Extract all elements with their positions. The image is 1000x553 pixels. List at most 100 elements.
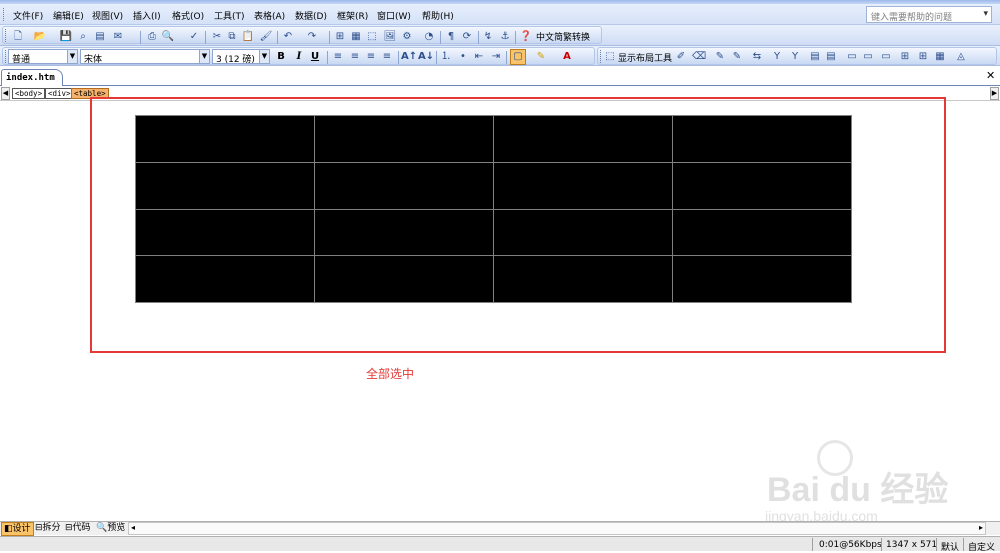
show-all-icon[interactable]: ¶ (444, 30, 458, 44)
format-painter-icon[interactable]: 🖌 (259, 30, 273, 44)
chevron-down-icon[interactable]: ▼ (259, 50, 269, 63)
menu-help[interactable]: 帮助(H) (422, 9, 454, 22)
view-tab-split[interactable]: ⊟拆分 (33, 522, 63, 536)
help-icon[interactable]: ❓ (519, 30, 533, 44)
menu-table[interactable]: 表格(A) (254, 9, 285, 22)
highlight-icon[interactable]: ✎ (534, 50, 548, 64)
chinese-convert-button[interactable]: 中文简繁转换 (536, 30, 590, 43)
layout-icon[interactable]: ↯ (481, 30, 495, 44)
fill-color-icon[interactable]: ◬ (954, 50, 968, 64)
font-size-select[interactable]: 3 (12 磅) ▼ (212, 49, 270, 65)
horizontal-scrollbar[interactable]: ◂ ▸ (128, 522, 986, 535)
chevron-down-icon[interactable]: ▾ (983, 9, 988, 19)
refresh-icon[interactable]: ⟳ (460, 30, 474, 44)
cut-icon[interactable]: ✂ (210, 30, 224, 44)
spelling-icon[interactable]: ✓ (187, 30, 201, 44)
align-left-icon[interactable]: ≡ (331, 50, 345, 64)
email-icon[interactable]: ✉ (111, 30, 125, 44)
cell-format-icon[interactable]: ✎ (713, 50, 727, 64)
menu-file[interactable]: 文件(F) (13, 9, 43, 22)
new-file-icon[interactable]: 🗋 (11, 30, 25, 44)
justify-icon[interactable]: ≡ (380, 50, 394, 64)
menu-frames[interactable]: 框架(R) (337, 9, 368, 22)
view-tab-preview-label: 预览 (107, 523, 126, 533)
help-search-box[interactable]: 键入需要帮助的问题 ▾ (866, 6, 992, 23)
permission-icon[interactable]: ▤ (93, 30, 107, 44)
layout-tools-icon[interactable]: ⬚ (603, 50, 617, 64)
insert-columns-icon[interactable]: ⊞ (916, 50, 930, 64)
chevron-down-icon[interactable]: ▼ (67, 50, 77, 63)
increase-indent-icon[interactable]: ⇥ (489, 50, 503, 64)
menu-edit[interactable]: 编辑(E) (53, 9, 84, 22)
layout-toolbar-panel: ⬚ 显示布局工具 ✐ ⌫ ✎ ✎ ⇆ Y Y ▤ ▤ ▭ ▭ ▭ ⊞ ⊞ ▦ ◬ (597, 47, 997, 65)
align-center-icon[interactable]: ≡ (348, 50, 362, 64)
document-tab[interactable]: index.htm (1, 69, 63, 86)
merge-cells-icon[interactable]: Y (770, 50, 784, 64)
menu-window[interactable]: 窗口(W) (377, 9, 411, 22)
insert-web-component-icon[interactable]: ⚙ (400, 30, 414, 44)
align-middle-icon[interactable]: ▤ (824, 50, 838, 64)
font-color-icon[interactable]: A (560, 50, 574, 64)
print-icon[interactable]: ⎙ (145, 30, 159, 44)
scroll-right-icon[interactable]: ▶ (990, 87, 999, 100)
view-tab-preview[interactable]: 🔍预览 (94, 522, 127, 536)
status-download-time: 0:01@56Kbps (819, 540, 882, 550)
numbered-list-icon[interactable]: ⒈ (439, 50, 453, 64)
redo-icon[interactable]: ↷ (305, 30, 319, 44)
view-tab-design[interactable]: ◧设计 (1, 522, 34, 536)
cell-edit-icon[interactable]: ✎ (730, 50, 744, 64)
eraser-icon[interactable]: ⌫ (692, 50, 706, 64)
menu-grip[interactable] (3, 8, 6, 21)
italic-button[interactable]: I (292, 50, 306, 64)
undo-icon[interactable]: ↶ (281, 30, 295, 44)
style-select[interactable]: 普通 ▼ (8, 49, 78, 65)
font-select[interactable]: 宋体 ▼ (80, 49, 210, 65)
align-right-icon[interactable]: ≡ (364, 50, 378, 64)
scroll-left-icon[interactable]: ◀ (1, 87, 10, 100)
distribute-columns-icon[interactable]: ▭ (879, 50, 893, 64)
toolbar-grip[interactable] (5, 29, 8, 42)
menu-format[interactable]: 格式(O) (172, 9, 204, 22)
align-top-icon[interactable]: ▤ (808, 50, 822, 64)
decrease-indent-icon[interactable]: ⇤ (472, 50, 486, 64)
save-icon[interactable]: 💾 (59, 30, 73, 44)
decrease-font-icon[interactable]: A↓ (418, 50, 434, 64)
insert-picture-icon[interactable]: 🖼 (383, 30, 397, 44)
close-icon[interactable]: ✕ (986, 69, 995, 82)
view-tab-code[interactable]: ⊟代码 (63, 522, 93, 536)
toolbar-separator (205, 31, 206, 44)
drawing-icon[interactable]: ◔ (422, 30, 436, 44)
scroll-left-icon[interactable]: ◂ (131, 523, 135, 532)
split-cells-icon[interactable]: ⇆ (750, 50, 764, 64)
underline-button[interactable]: U (308, 50, 322, 64)
chevron-down-icon[interactable]: ▼ (199, 50, 209, 63)
paste-icon[interactable]: 📋 (241, 30, 255, 44)
watermark: Bai du 经验 jingyan.baidu.com (765, 438, 980, 528)
find-icon[interactable]: ⌕ (76, 30, 90, 44)
open-folder-icon[interactable]: 📂 (33, 30, 47, 44)
menu-view[interactable]: 视图(V) (92, 9, 123, 22)
draw-table-icon[interactable]: ✐ (674, 50, 688, 64)
insert-table-icon[interactable]: ▦ (349, 30, 363, 44)
insert-hyperlink-icon[interactable]: ⊞ (333, 30, 347, 44)
bold-button[interactable]: B (274, 50, 288, 64)
tag-body[interactable]: <body> (12, 88, 46, 99)
align-bottom-icon[interactable]: ▭ (845, 50, 859, 64)
scroll-right-icon[interactable]: ▸ (979, 523, 983, 532)
borders-icon[interactable]: ▢ (510, 49, 526, 65)
show-layout-tools-button[interactable]: 显示布局工具 (618, 51, 672, 64)
increase-font-icon[interactable]: A↑ (401, 50, 417, 64)
bullet-list-icon[interactable]: • (456, 50, 470, 64)
tag-div[interactable]: <div> (45, 88, 74, 99)
insert-layer-icon[interactable]: ⬚ (365, 30, 379, 44)
print-preview-icon[interactable]: 🔍 (161, 30, 175, 44)
copy-icon[interactable]: ⧉ (225, 30, 239, 44)
menu-data[interactable]: 数据(D) (295, 9, 327, 22)
menu-tools[interactable]: 工具(T) (214, 9, 245, 22)
table-autoformat-icon[interactable]: ▦ (933, 50, 947, 64)
insert-rows-icon[interactable]: ⊞ (898, 50, 912, 64)
menu-insert[interactable]: 插入(I) (133, 9, 161, 22)
anchor-icon[interactable]: ⚓ (498, 30, 512, 44)
autofit-icon[interactable]: Y (788, 50, 802, 64)
distribute-rows-icon[interactable]: ▭ (861, 50, 875, 64)
